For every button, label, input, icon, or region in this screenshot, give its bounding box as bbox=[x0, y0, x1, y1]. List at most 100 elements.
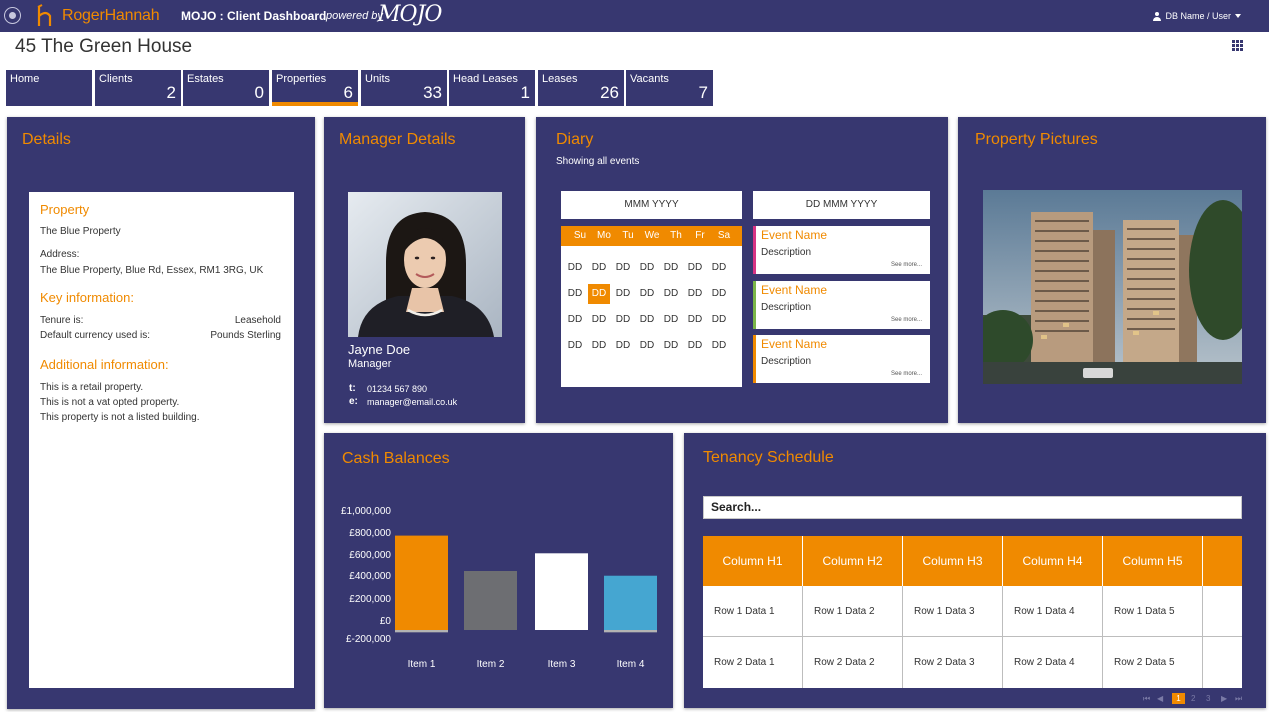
calendar-day[interactable]: DD bbox=[612, 336, 634, 356]
calendar-day[interactable]: DD bbox=[612, 310, 634, 330]
calendar-day[interactable]: DD bbox=[612, 258, 634, 278]
nav-tile-units[interactable]: Units 33 bbox=[361, 70, 447, 106]
calendar-day[interactable]: DD bbox=[636, 258, 658, 278]
additional-info-line: This property is not a listed building. bbox=[40, 412, 200, 423]
chart-bar-negative[interactable] bbox=[395, 630, 448, 633]
menu-icon[interactable] bbox=[4, 7, 21, 24]
nav-tile-label: Clients bbox=[99, 73, 133, 85]
weekday-label: Tu bbox=[622, 230, 634, 241]
x-tick-label: Item 1 bbox=[407, 659, 436, 670]
calendar-day[interactable]: DD bbox=[588, 258, 610, 278]
table-cell: Row 1 Data 1 bbox=[703, 586, 803, 637]
manager-phone[interactable]: 01234 567 890 bbox=[367, 384, 427, 394]
key-info-heading: Key information: bbox=[40, 290, 134, 305]
nav-tile-properties[interactable]: Properties 6 bbox=[272, 70, 358, 106]
apps-grid-icon[interactable] bbox=[1232, 40, 1243, 51]
powered-by-label: powered by bbox=[326, 10, 383, 22]
chart-bar[interactable] bbox=[464, 571, 517, 630]
nav-tile-label: Leases bbox=[542, 73, 578, 85]
chart-bar[interactable] bbox=[395, 535, 448, 630]
calendar-day[interactable]: DD bbox=[708, 310, 730, 330]
calendar-day[interactable]: DD bbox=[612, 284, 634, 304]
page-number[interactable]: 1 bbox=[1172, 693, 1185, 704]
calendar-day[interactable]: DD bbox=[564, 310, 586, 330]
calendar-day[interactable]: DD bbox=[564, 258, 586, 278]
currency-label: Default currency used is: bbox=[40, 330, 151, 341]
cash-balances-chart bbox=[395, 535, 657, 633]
nav-tile-vacants[interactable]: Vacants 7 bbox=[626, 70, 713, 106]
event-card[interactable]: Event Name Description See more... bbox=[753, 281, 930, 329]
page-number[interactable]: 3 bbox=[1206, 694, 1210, 703]
calendar-day[interactable]: DD bbox=[684, 284, 706, 304]
calendar-day[interactable]: DD bbox=[588, 310, 610, 330]
nav-tile-estates[interactable]: Estates 0 bbox=[183, 70, 269, 106]
page-number[interactable]: 2 bbox=[1191, 694, 1195, 703]
event-card[interactable]: Event Name Description See more... bbox=[753, 226, 930, 274]
calendar-day[interactable]: DD bbox=[564, 284, 586, 304]
event-card[interactable]: Event Name Description See more... bbox=[753, 335, 930, 383]
nav-tile-label: Estates bbox=[187, 73, 224, 85]
calendar-month[interactable]: MMM YYYY bbox=[561, 191, 742, 219]
calendar-day[interactable]: DD bbox=[636, 284, 658, 304]
search-input[interactable]: Search... bbox=[703, 496, 1242, 519]
table-cell: Row 2 Data 3 bbox=[903, 637, 1003, 688]
table-cell: Row 1 Data 2 bbox=[803, 586, 903, 637]
see-more-link[interactable]: See more... bbox=[891, 371, 922, 377]
user-menu[interactable]: DB Name / User bbox=[1152, 11, 1241, 21]
calendar-day[interactable]: DD bbox=[708, 258, 730, 278]
first-page-icon[interactable]: ⏮ bbox=[1143, 694, 1150, 704]
calendar-day[interactable]: DD bbox=[684, 310, 706, 330]
nav-tile-count: 0 bbox=[254, 83, 264, 102]
y-tick-label: £-200,000 bbox=[345, 634, 391, 645]
manager-email[interactable]: manager@email.co.uk bbox=[367, 397, 457, 407]
calendar-day[interactable]: DD bbox=[636, 336, 658, 356]
y-tick-label: £800,000 bbox=[349, 528, 391, 539]
logo-text: RogerHannah bbox=[62, 7, 160, 24]
see-more-link[interactable]: See more... bbox=[891, 317, 922, 323]
calendar-day[interactable]: DD bbox=[660, 336, 682, 356]
nav-tile-label: Home bbox=[10, 73, 40, 85]
next-page-icon[interactable]: ▶ bbox=[1221, 694, 1227, 703]
table-cell: Row 1 Data 4 bbox=[1003, 586, 1103, 637]
nav-tile-clients[interactable]: Clients 2 bbox=[95, 70, 181, 106]
tenancy-title: Tenancy Schedule bbox=[703, 449, 834, 466]
chart-bar[interactable] bbox=[535, 553, 588, 630]
mojo-logo: MOJO bbox=[378, 2, 442, 27]
pictures-title: Property Pictures bbox=[975, 131, 1098, 148]
column-header[interactable]: Column H1 bbox=[703, 536, 803, 586]
y-tick-label: £1,000,000 bbox=[340, 506, 391, 517]
calendar-day[interactable]: DD bbox=[684, 336, 706, 356]
calendar-day[interactable]: DD bbox=[564, 336, 586, 356]
calendar-day[interactable]: DD bbox=[660, 310, 682, 330]
column-header[interactable]: Column H2 bbox=[803, 536, 903, 586]
calendar-weekday-header: Su Mo Tu We Th Fr Sa bbox=[561, 226, 742, 246]
calendar-day[interactable]: DD bbox=[588, 336, 610, 356]
nav-tile-head-leases[interactable]: Head Leases 1 bbox=[449, 70, 535, 106]
address-value: The Blue Property, Blue Rd, Essex, RM1 3… bbox=[40, 265, 264, 276]
column-header[interactable]: Column H4 bbox=[1003, 536, 1103, 586]
user-name: DB Name / User bbox=[1165, 11, 1231, 21]
calendar-day[interactable]: DD bbox=[708, 284, 730, 304]
manager-photo bbox=[348, 192, 502, 337]
see-more-link[interactable]: See more... bbox=[891, 262, 922, 268]
chart-bar[interactable] bbox=[604, 575, 657, 630]
column-header[interactable]: Column H3 bbox=[903, 536, 1003, 586]
calendar-day[interactable]: DD bbox=[684, 258, 706, 278]
event-name: Event Name bbox=[761, 283, 828, 297]
property-photo[interactable] bbox=[983, 190, 1242, 384]
last-page-icon[interactable]: ⏭ bbox=[1235, 694, 1242, 704]
chart-bar-negative[interactable] bbox=[604, 630, 657, 633]
calendar-day[interactable]: DD bbox=[636, 310, 658, 330]
prev-page-icon[interactable]: ◀ bbox=[1157, 694, 1163, 703]
nav-tile-leases[interactable]: Leases 26 bbox=[538, 70, 624, 106]
page-title: 45 The Green House bbox=[15, 36, 193, 57]
table-cell: Row 2 Data 4 bbox=[1003, 637, 1103, 688]
table-cell: Row 1 Data 3 bbox=[903, 586, 1003, 637]
calendar-day[interactable]: DD bbox=[660, 258, 682, 278]
calendar-day[interactable]: DD bbox=[708, 336, 730, 356]
column-header[interactable]: Column H5 bbox=[1103, 536, 1203, 586]
email-label: e: bbox=[349, 396, 358, 407]
nav-tile-home[interactable]: Home bbox=[6, 70, 92, 106]
calendar-day[interactable]: DD bbox=[588, 284, 610, 304]
calendar-day[interactable]: DD bbox=[660, 284, 682, 304]
